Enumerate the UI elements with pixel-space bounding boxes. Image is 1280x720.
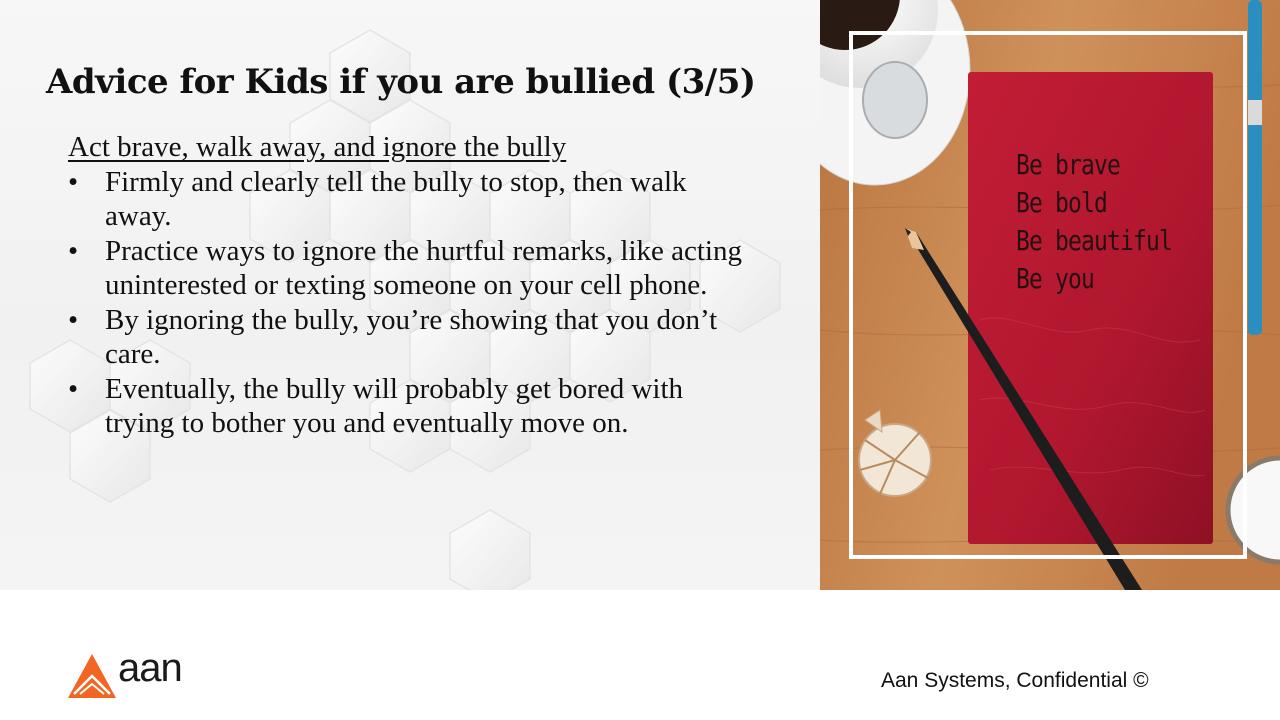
bullet-icon: • bbox=[68, 372, 79, 405]
subheading: Act brave, walk away, and ignore the bul… bbox=[68, 131, 567, 163]
content-panel: Advice for Kids if you are bullied (3/5)… bbox=[0, 0, 820, 590]
bullet-text: By ignoring the bully, you’re showing th… bbox=[105, 303, 718, 371]
bullet-item: • Firmly and clearly tell the bully to s… bbox=[68, 165, 758, 234]
bullet-text: Firmly and clearly tell the bully to sto… bbox=[105, 165, 687, 233]
bullet-text: Eventually, the bully will probably get … bbox=[105, 372, 684, 440]
bullet-icon: • bbox=[68, 165, 79, 198]
slide-body: Act brave, walk away, and ignore the bul… bbox=[68, 130, 758, 441]
logo-wordmark: aan bbox=[118, 646, 183, 690]
notebook-photo: Be brave Be bold Be beautiful Be you bbox=[820, 0, 1280, 590]
white-frame bbox=[849, 31, 1247, 559]
bullet-text: Practice ways to ignore the hurtful rema… bbox=[105, 234, 742, 302]
orange-triangle-logo-icon bbox=[68, 654, 116, 698]
bullet-icon: • bbox=[68, 303, 79, 336]
bullet-icon: • bbox=[68, 234, 79, 267]
slide-title: Advice for Kids if you are bullied (3/5) bbox=[46, 62, 756, 102]
footer: aan Aan Systems, Confidential © bbox=[0, 590, 1280, 720]
bullet-list: • Firmly and clearly tell the bully to s… bbox=[68, 165, 758, 441]
bullet-item: • Practice ways to ignore the hurtful re… bbox=[68, 234, 758, 303]
company-logo: aan bbox=[68, 646, 198, 700]
slide: Advice for Kids if you are bullied (3/5)… bbox=[0, 0, 1280, 720]
blue-pen bbox=[1248, 0, 1262, 335]
bullet-item: • Eventually, the bully will probably ge… bbox=[68, 372, 758, 441]
bullet-item: • By ignoring the bully, you’re showing … bbox=[68, 303, 758, 372]
confidential-notice: Aan Systems, Confidential © bbox=[881, 669, 1149, 692]
